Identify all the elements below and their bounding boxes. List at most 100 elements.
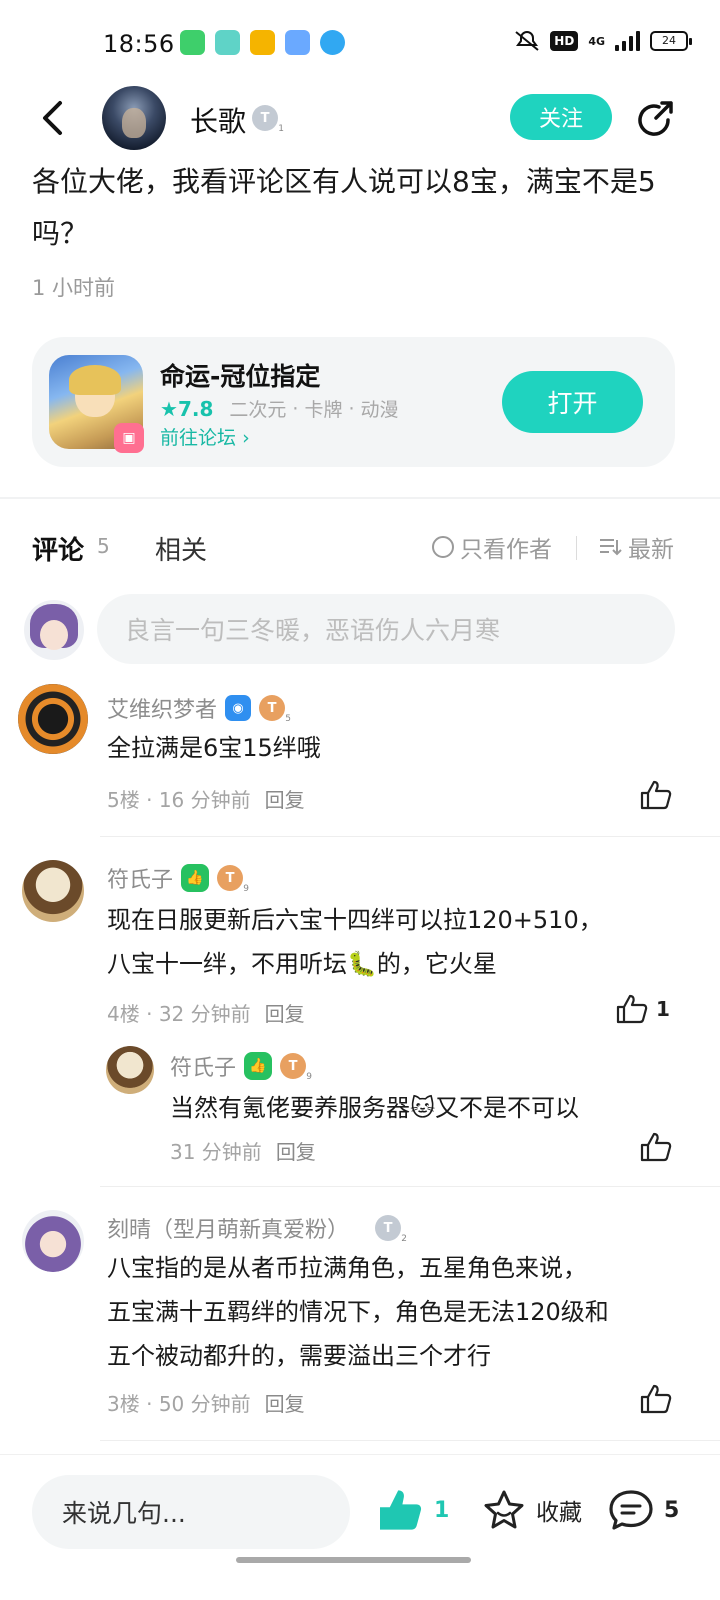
- author-avatar[interactable]: [102, 86, 166, 150]
- commenter-name-row: 符氏子 👍 T9: [107, 862, 249, 894]
- reply-author-name[interactable]: 符氏子: [170, 1050, 236, 1082]
- section-divider: [0, 497, 720, 499]
- commenter-avatar[interactable]: [22, 860, 84, 922]
- comment-text: 全拉满是6宝15绊哦: [107, 734, 321, 762]
- comment-meta: 5楼 · 16 分钟前 回复: [107, 784, 305, 813]
- star-icon: [484, 1490, 524, 1529]
- bottom-like-count: 1: [434, 1497, 450, 1523]
- thumbs-up-icon: [640, 780, 672, 810]
- author-name[interactable]: 长歌: [190, 100, 246, 140]
- comment-divider: [100, 836, 720, 837]
- comment-divider: [100, 1440, 720, 1441]
- level-badge: T1: [252, 105, 284, 134]
- post-header: 长歌 T1 关注: [0, 84, 720, 152]
- game-tag: 卡牌: [304, 399, 343, 421]
- messages-icon: [180, 30, 205, 55]
- comment-meta: 4楼 · 32 分钟前 回复: [107, 998, 305, 1027]
- thumbs-up-icon: [640, 1384, 672, 1414]
- forum-link[interactable]: 前往论坛 ›: [160, 423, 250, 450]
- mute-icon: [515, 31, 539, 51]
- thumbs-badge-icon: 👍: [244, 1052, 273, 1080]
- bottom-comment-input[interactable]: 来说几句...: [32, 1475, 350, 1549]
- thumbs-badge-icon: 👍: [181, 864, 210, 892]
- status-time: 18:56: [103, 30, 175, 58]
- like-button[interactable]: 1: [616, 994, 670, 1024]
- reply-name-row: 符氏子 👍 T9: [170, 1050, 312, 1082]
- divider: [576, 536, 577, 560]
- bilibili-icon: ▣: [114, 423, 144, 453]
- like-button[interactable]: [640, 780, 672, 810]
- game-meta: ★7.8 二次元 · 卡牌 · 动漫: [160, 396, 399, 422]
- comments-button[interactable]: 5: [608, 1489, 679, 1531]
- thumbs-up-icon: [616, 994, 648, 1024]
- signal-icon: [615, 31, 640, 51]
- post-body: 各位大佬，我看评论区有人说可以8宝，满宝不是5吗？: [32, 165, 656, 250]
- my-avatar: [24, 600, 84, 660]
- commenter-name[interactable]: 艾维织梦者: [107, 692, 217, 724]
- author-only-toggle[interactable]: 只看作者: [432, 530, 552, 564]
- commenter-avatar[interactable]: [18, 684, 88, 754]
- wallet-icon: [285, 30, 310, 55]
- commenter-name[interactable]: 刻晴（型月萌新真爱粉）: [107, 1212, 349, 1244]
- status-bar: 18:56 HD 4G 24: [0, 0, 720, 88]
- qq-icon: [320, 30, 345, 55]
- comment-divider: [100, 1186, 720, 1187]
- status-right: HD 4G 24: [514, 30, 692, 52]
- game-rating: ★7.8: [160, 396, 214, 421]
- back-button[interactable]: [32, 96, 72, 140]
- sort-button[interactable]: 最新: [598, 530, 674, 564]
- game-title: 命运-冠位指定: [160, 362, 321, 391]
- game-card[interactable]: ▣ 命运-冠位指定 ★7.8 二次元 · 卡牌 · 动漫 前往论坛 › 打开: [32, 337, 675, 467]
- comments-count: 5: [97, 534, 110, 558]
- follow-button[interactable]: 关注: [510, 94, 612, 140]
- like-button[interactable]: [640, 1384, 672, 1414]
- like-count: 1: [656, 997, 670, 1021]
- home-indicator[interactable]: [236, 1557, 471, 1563]
- share-icon[interactable]: [634, 98, 676, 140]
- comment-tabs: 评论 5 相关 只看作者 最新: [0, 520, 720, 576]
- sort-icon: [600, 539, 622, 556]
- post-time: 1 小时前: [32, 276, 116, 300]
- level-badge: T9: [280, 1053, 312, 1082]
- chevron-right-icon: ›: [242, 427, 250, 449]
- weibo-icon: [250, 30, 275, 55]
- status-app-icons: [180, 30, 345, 55]
- level-badge: T5: [259, 695, 291, 724]
- commenter-avatar[interactable]: [22, 1210, 84, 1272]
- network-label: 4G: [588, 34, 605, 48]
- reply-text: 当然有氪佬要养服务器🐱又不是不可以: [170, 1094, 580, 1122]
- commenter-name-row: 艾维织梦者 ◉ T5: [107, 692, 291, 724]
- bottom-like-button[interactable]: 1: [378, 1489, 449, 1531]
- game-tag: 二次元: [229, 399, 287, 421]
- battery-icon: 24: [650, 31, 692, 51]
- comment-input[interactable]: 良言一句三冬暖，恶语伤人六月寒: [97, 594, 675, 664]
- commenter-name-row: 刻晴（型月萌新真爱粉） T2: [107, 1212, 407, 1244]
- reply-button[interactable]: 回复: [265, 1388, 305, 1417]
- gamepad-badge-icon: ◉: [225, 695, 252, 721]
- commenter-name[interactable]: 符氏子: [107, 862, 173, 894]
- level-badge: T9: [217, 865, 249, 894]
- hd-icon: HD: [550, 31, 579, 51]
- open-game-button[interactable]: 打开: [502, 371, 643, 433]
- game-tag: 动漫: [360, 399, 399, 421]
- back-arrow-icon: [43, 101, 62, 135]
- tab-comments[interactable]: 评论: [32, 530, 84, 567]
- comment-bubble-icon: [609, 1490, 653, 1530]
- radio-icon: [432, 536, 454, 558]
- favorite-button[interactable]: 收藏: [482, 1489, 582, 1531]
- thumbs-up-icon: [380, 1490, 422, 1530]
- thumbs-up-icon: [640, 1132, 672, 1162]
- reply-button[interactable]: 回复: [276, 1136, 316, 1165]
- like-button[interactable]: [640, 1132, 672, 1162]
- tab-related[interactable]: 相关: [155, 530, 207, 567]
- comment-meta: 3楼 · 50 分钟前 回复: [107, 1388, 305, 1417]
- reply-meta: 31 分钟前 回复: [170, 1136, 316, 1165]
- comment-text: 八宝指的是从者币拉满角色，五星角色来说， 五宝满十五羁绊的情况下，角色是无法12…: [107, 1254, 609, 1370]
- circle-app-icon: [215, 30, 240, 55]
- reply-avatar[interactable]: [106, 1046, 154, 1094]
- reply-button[interactable]: 回复: [265, 998, 305, 1027]
- reply-button[interactable]: 回复: [265, 784, 305, 813]
- level-badge: T2: [375, 1215, 407, 1244]
- comment-text: 现在日服更新后六宝十四绊可以拉120+510， 八宝十一绊，不用听坛🐛的，它火星: [107, 906, 603, 978]
- bottom-action-bar: 来说几句... 1 收藏 5: [0, 1454, 720, 1600]
